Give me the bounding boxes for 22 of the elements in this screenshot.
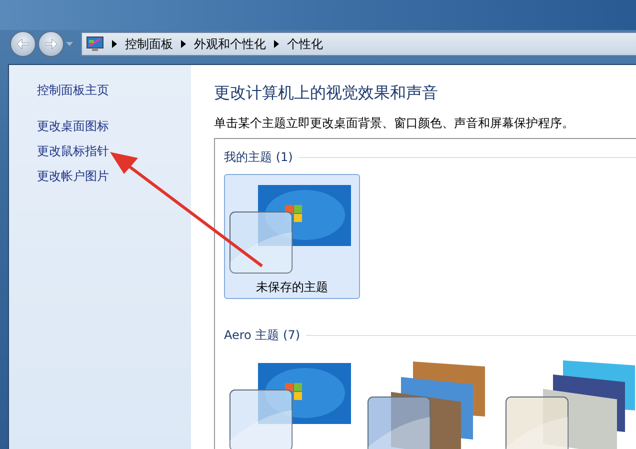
sidebar-link[interactable]: 更改帐户图片 xyxy=(37,168,191,185)
group-title: Aero 主题 (7) xyxy=(224,327,300,344)
chevron-icon[interactable] xyxy=(112,40,117,48)
breadcrumb[interactable]: 外观和个性化 xyxy=(194,36,266,52)
sidebar-link[interactable]: 更改桌面图标 xyxy=(37,118,191,135)
control-panel-icon xyxy=(86,36,104,52)
sidebar-link[interactable]: 更改鼠标指针 xyxy=(37,143,191,160)
page-title: 更改计算机上的视觉效果和声音 xyxy=(214,83,439,104)
breadcrumb[interactable]: 控制面板 xyxy=(125,36,173,52)
forward-arrow-icon xyxy=(45,39,57,49)
theme-tile[interactable]: 未保存的主题 xyxy=(224,174,360,299)
page-description: 单击某个主题立即更改桌面背景、窗口颜色、声音和屏幕保护程序。 xyxy=(214,115,575,132)
chevron-icon[interactable] xyxy=(181,40,186,48)
sidebar-link[interactable]: 控制面板主页 xyxy=(37,82,191,99)
breadcrumb[interactable]: 个性化 xyxy=(287,36,323,52)
chevron-icon[interactable] xyxy=(274,40,279,48)
back-arrow-icon xyxy=(17,39,29,49)
address-bar[interactable]: 控制面板 外观和个性化 个性化 xyxy=(81,32,636,56)
group-title: 我的主题 (1) xyxy=(224,149,293,166)
back-button[interactable] xyxy=(10,31,36,57)
forward-button[interactable] xyxy=(38,31,64,57)
theme-name: 未保存的主题 xyxy=(256,279,328,296)
